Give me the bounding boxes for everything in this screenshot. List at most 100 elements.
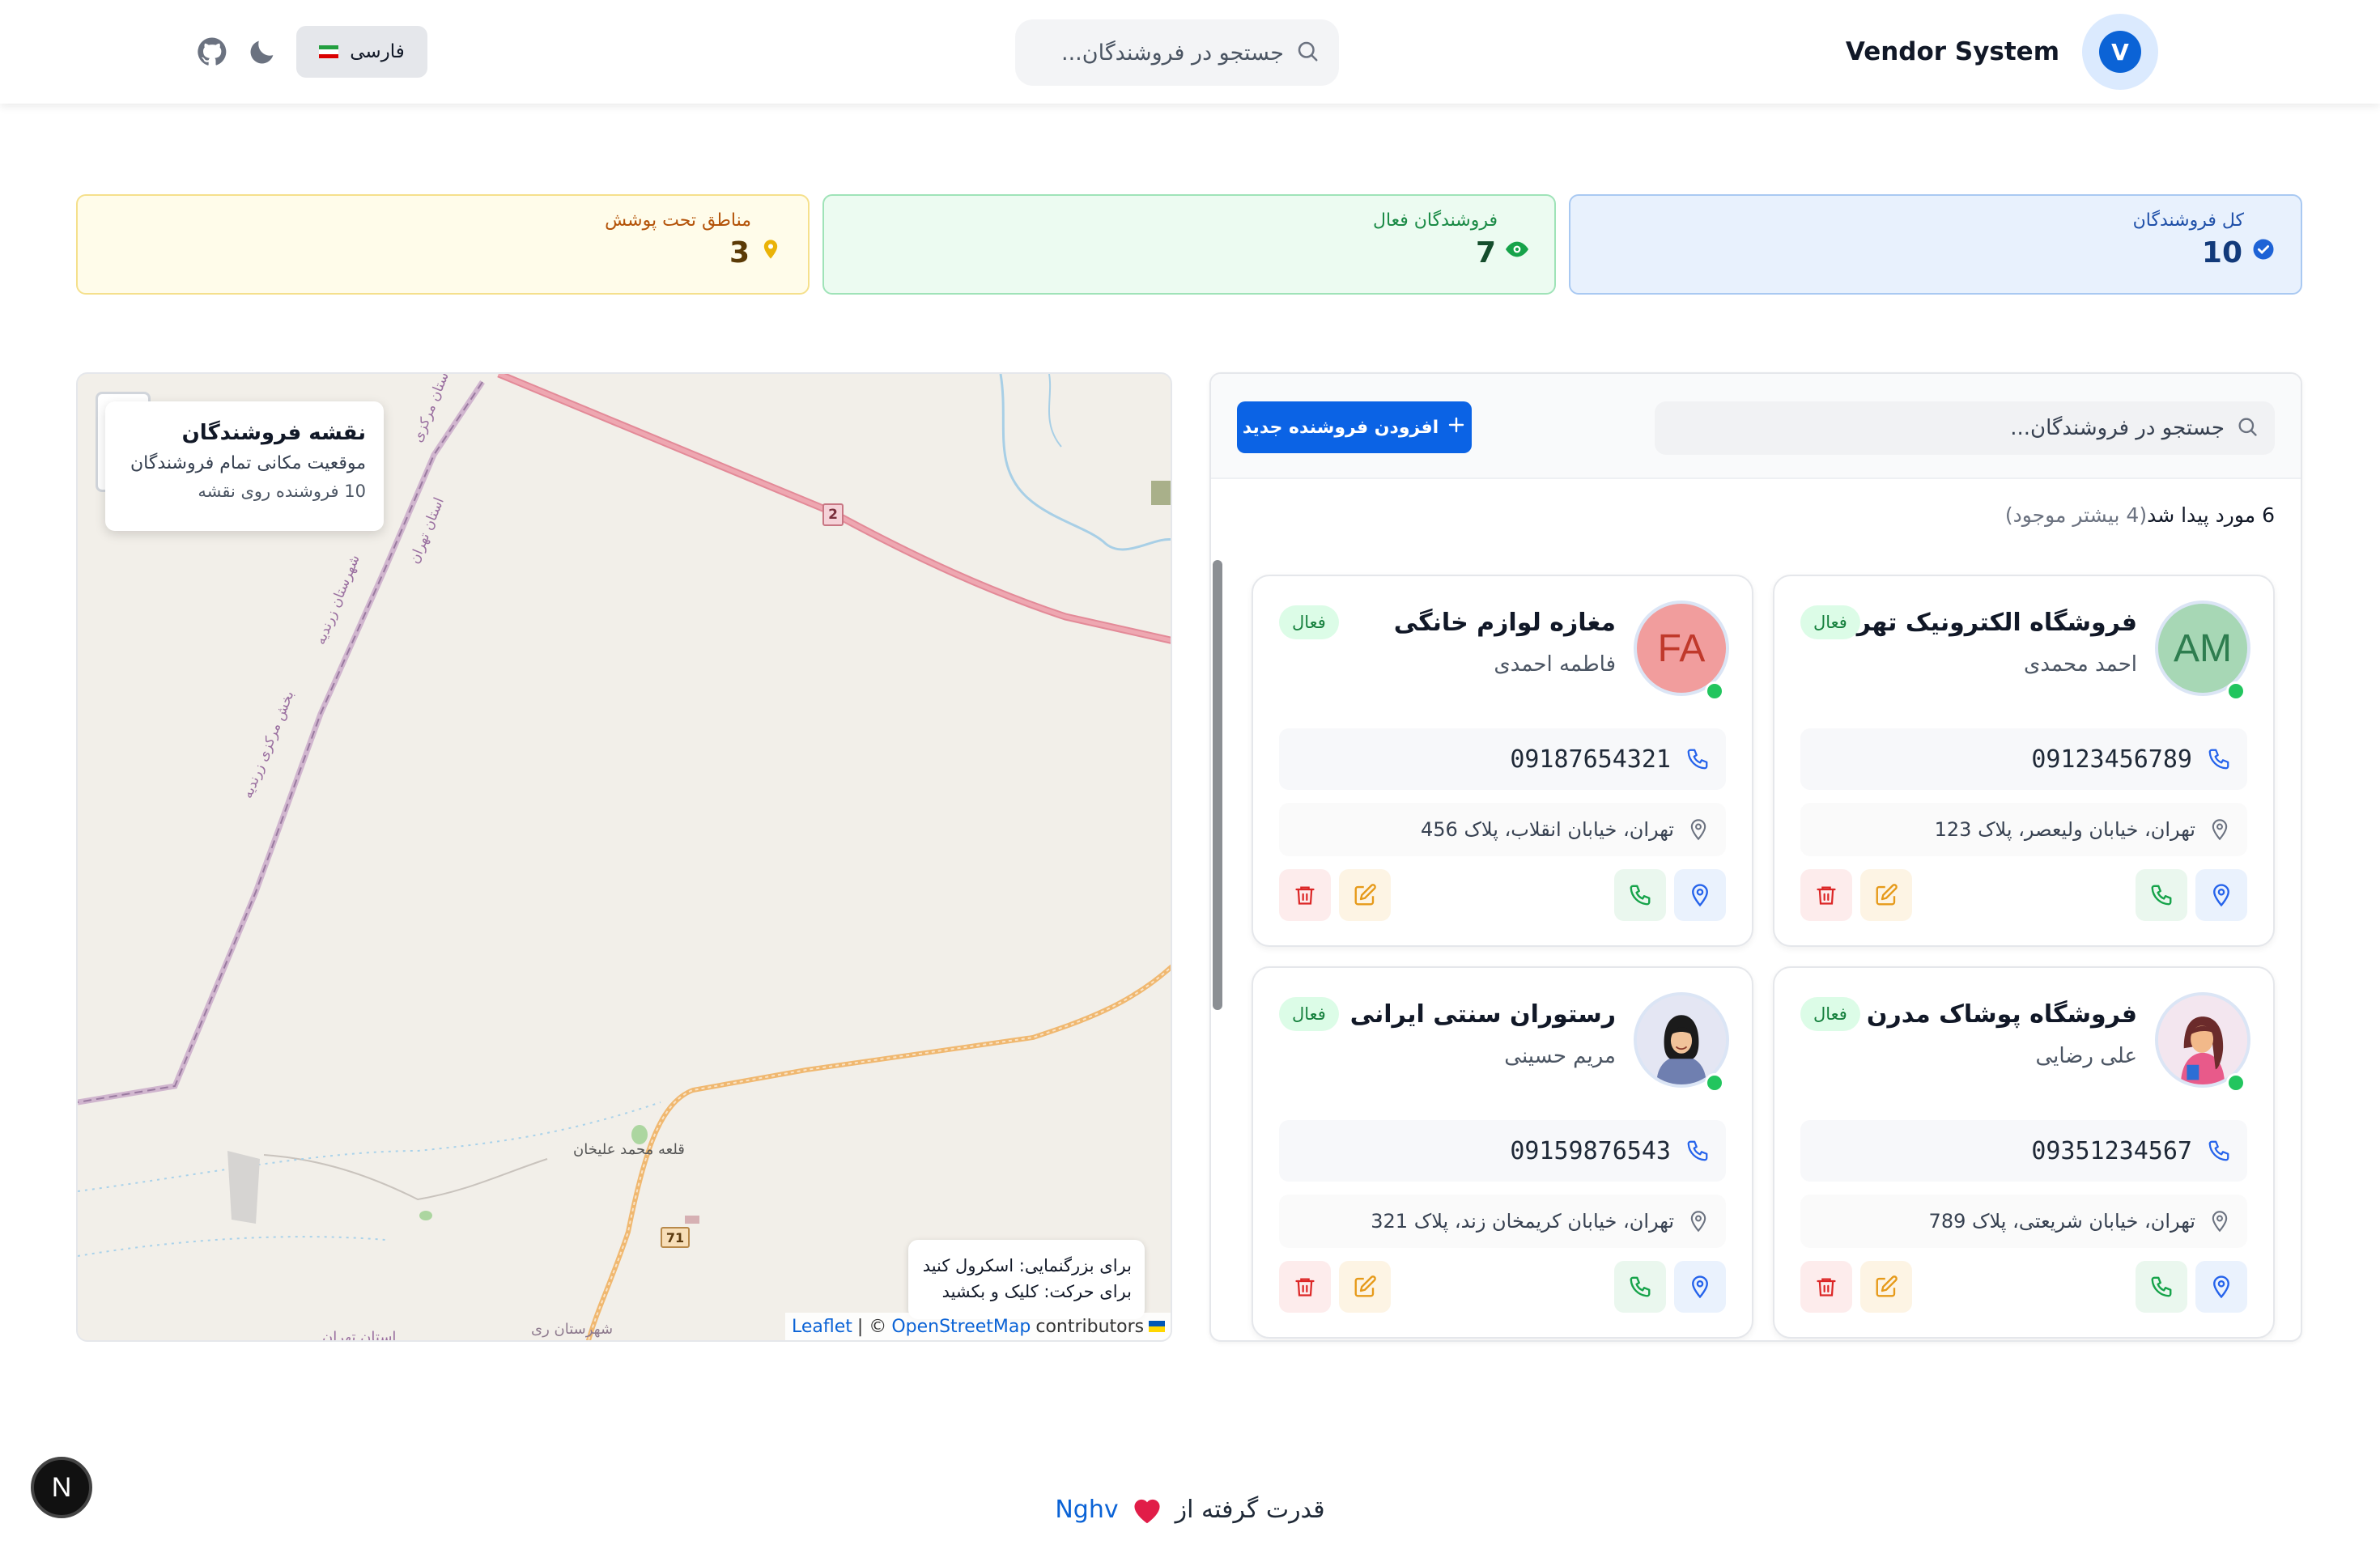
delete-vendor-button[interactable]	[1279, 869, 1331, 921]
github-icon	[198, 37, 227, 66]
vendor-card[interactable]: رستوران سنتی ایرانی مریم حسینی فعال 0915…	[1252, 966, 1753, 1339]
status-badge: فعال	[1800, 997, 1860, 1031]
phone-icon	[1687, 749, 1708, 770]
status-badge: فعال	[1279, 605, 1339, 639]
result-more-text: (4 بیشتر موجود)	[2004, 503, 2148, 527]
show-on-map-button[interactable]	[1674, 869, 1726, 921]
vendor-name: مغازه لوازم خانگی	[1393, 609, 1616, 637]
vendor-address: تهران، خیابان ولیعصر، پلاک 123	[1934, 818, 2195, 841]
top-navbar: Vendor System V فارسی	[0, 0, 2380, 104]
call-vendor-button[interactable]	[2136, 869, 2187, 921]
language-selector[interactable]: فارسی	[296, 26, 427, 78]
theme-toggle-button[interactable]	[243, 32, 282, 71]
map-pin-icon	[756, 235, 785, 264]
plus-icon	[1447, 415, 1466, 439]
map-attribution: Leaflet | © OpenStreetMap contributors	[785, 1313, 1171, 1340]
phone-icon	[2151, 1276, 2172, 1297]
vendor-panel-toolbar: افزودن فروشنده جدید	[1211, 374, 2301, 479]
vendor-address: تهران، خیابان کریمخان زند، پلاک 321	[1371, 1210, 1674, 1233]
stat-value: 7	[1475, 236, 1496, 269]
show-on-map-button[interactable]	[2195, 869, 2247, 921]
call-vendor-button[interactable]	[1614, 869, 1666, 921]
add-vendor-label: افزودن فروشنده جدید	[1242, 417, 1439, 438]
vendor-search-box[interactable]	[1655, 401, 2275, 455]
language-label: فارسی	[350, 41, 405, 62]
nextjs-dev-badge[interactable]: N	[31, 1457, 92, 1518]
edit-vendor-button[interactable]	[1860, 869, 1912, 921]
header-search-box[interactable]	[1015, 19, 1339, 86]
edit-vendor-button[interactable]	[1860, 1261, 1912, 1313]
vendor-list-scrollbar[interactable]	[1213, 560, 1222, 1010]
map-label-road-2: 2	[822, 503, 844, 526]
vendors-map[interactable]: 2 71 قلعه محمد علیخان استان مرکزی استان …	[76, 372, 1172, 1342]
vendor-address-row: تهران، خیابان شریعتی، پلاک 789	[1800, 1195, 2247, 1248]
leaflet-link[interactable]: Leaflet	[792, 1317, 852, 1337]
map-info-title: نقشه فروشندگان	[181, 421, 366, 445]
stat-total-vendors: کل فروشندگان 10	[1569, 194, 2302, 295]
eye-icon	[1502, 235, 1532, 264]
avatar-initials: AM	[2174, 626, 2232, 670]
map-info-count: 10 فروشنده روی نقشه	[198, 482, 366, 501]
trash-icon	[1817, 1278, 1836, 1296]
edit-vendor-button[interactable]	[1339, 1261, 1391, 1313]
map-info-subtitle: موقعیت مکانی تمام فروشندگان	[130, 453, 366, 473]
vendor-search-input[interactable]	[1690, 416, 2225, 440]
phone-icon	[2208, 1140, 2229, 1161]
show-on-map-button[interactable]	[2195, 1261, 2247, 1313]
vendor-phone-row: 09351234567	[1800, 1120, 2247, 1182]
vendor-owner: علی رضایی	[2035, 1044, 2137, 1068]
status-badge: فعال	[1800, 605, 1860, 639]
vendor-address: تهران، خیابان شریعتی، پلاک 789	[1928, 1210, 2195, 1233]
avatar-initials: FA	[1657, 626, 1706, 670]
online-status-dot	[2226, 681, 2246, 701]
edit-icon	[1354, 1275, 1376, 1297]
delete-vendor-button[interactable]	[1800, 869, 1852, 921]
trash-icon	[1295, 1278, 1315, 1296]
location-pin-icon	[1692, 884, 1708, 907]
map-label-road-71: 71	[661, 1227, 690, 1248]
moon-icon	[250, 40, 274, 64]
stat-value: 10	[2201, 236, 2242, 269]
online-status-dot	[1705, 1073, 1724, 1093]
vendor-name: رستوران سنتی ایرانی	[1349, 1000, 1616, 1029]
github-link[interactable]	[193, 32, 232, 71]
map-label-village: قلعه محمد علیخان	[573, 1141, 685, 1158]
brand-logo: V	[2082, 14, 2158, 90]
vendor-address-row: تهران، خیابان ولیعصر، پلاک 123	[1800, 803, 2247, 856]
map-usage-hint: برای بزرگنمایی: اسکرول کنید برای حرکت: ک…	[908, 1240, 1145, 1319]
vendor-address-row: تهران، خیابان کریمخان زند، پلاک 321	[1279, 1195, 1726, 1248]
footer-author-link[interactable]: Nghv	[1055, 1496, 1118, 1524]
header-search-input[interactable]	[1049, 40, 1284, 66]
brand[interactable]: Vendor System V	[1846, 13, 2158, 91]
call-vendor-button[interactable]	[1614, 1261, 1666, 1313]
stat-label: مناطق تحت پوشش	[605, 210, 751, 231]
check-badge-icon	[2249, 235, 2278, 264]
add-vendor-button[interactable]: افزودن فروشنده جدید	[1237, 401, 1472, 453]
location-pin-icon	[2213, 1275, 2229, 1299]
heart-icon	[1134, 1499, 1160, 1524]
delete-vendor-button[interactable]	[1279, 1261, 1331, 1313]
vendor-card[interactable]: فروشگاه پوشاک مدرن علی رضایی فعال 093512…	[1773, 966, 2275, 1339]
vendor-owner: مریم حسینی	[1504, 1044, 1616, 1068]
openstreetmap-link[interactable]: OpenStreetMap	[891, 1317, 1031, 1337]
delete-vendor-button[interactable]	[1800, 1261, 1852, 1313]
stat-active-vendors: فروشندگان فعال 7	[822, 194, 1556, 295]
phone-icon	[1630, 1276, 1651, 1297]
vendor-card[interactable]: FA مغازه لوازم خانگی فاطمه احمدی فعال 09…	[1252, 575, 1753, 947]
call-vendor-button[interactable]	[2136, 1261, 2187, 1313]
vendor-phone: 09159876543	[1510, 1136, 1671, 1165]
status-badge: فعال	[1279, 997, 1339, 1031]
stat-covered-regions: مناطق تحت پوشش 3	[76, 194, 810, 295]
map-label-province-tehran-2: استان تهران	[322, 1329, 397, 1342]
edit-vendor-button[interactable]	[1339, 869, 1391, 921]
online-status-dot	[2226, 1073, 2246, 1093]
vendor-phone-row: 09187654321	[1279, 728, 1726, 790]
map-hint-pan: برای حرکت: کلیک و بکشید	[941, 1282, 1132, 1301]
show-on-map-button[interactable]	[1674, 1261, 1726, 1313]
vendor-owner: فاطمه احمدی	[1494, 652, 1616, 677]
stat-value: 3	[729, 236, 750, 269]
vendor-card[interactable]: AM فروشگاه الکترونیک تهران احمد محمدی فع…	[1773, 575, 2275, 947]
map-info-box: نقشه فروشندگان موقعیت مکانی تمام فروشندگ…	[105, 401, 384, 531]
vendor-phone-row: 09123456789	[1800, 728, 2247, 790]
location-pin-icon	[2212, 1211, 2228, 1233]
